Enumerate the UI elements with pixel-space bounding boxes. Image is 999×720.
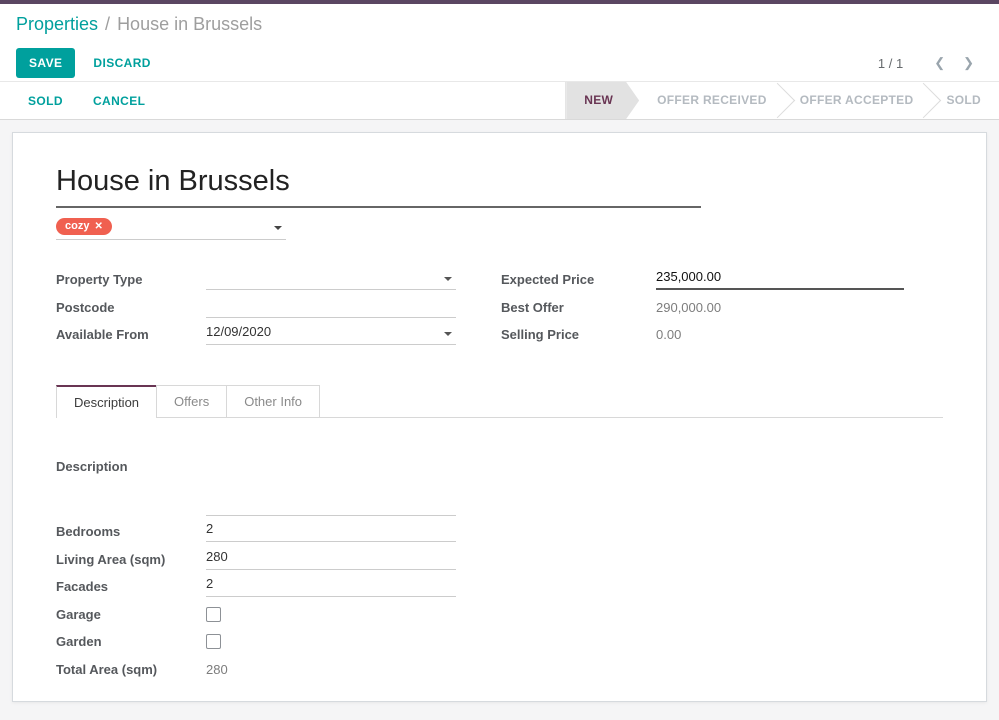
fields-left-column: Property Type Postcode Available From 12… — [56, 266, 501, 349]
tag-label: cozy — [65, 220, 89, 232]
expected-price-input[interactable]: 235,000.00 — [656, 269, 904, 290]
available-from-input[interactable]: 12/09/2020 — [206, 324, 456, 345]
field-label: Total Area (sqm) — [56, 662, 206, 677]
sold-button[interactable]: SOLD — [28, 94, 63, 108]
garden-checkbox[interactable] — [206, 634, 221, 649]
form-sheet: House in Brussels cozy ✕ Property Type P… — [12, 132, 987, 702]
field-row-garage: Garage — [56, 601, 943, 629]
control-bar: SAVE DISCARD 1 / 1 ❮ ❯ — [0, 45, 999, 82]
field-row-bedrooms: Bedrooms 2 — [56, 518, 943, 546]
field-row-property-type: Property Type — [56, 266, 501, 293]
field-label: Garage — [56, 607, 206, 622]
field-row-facades: Facades 2 — [56, 573, 943, 601]
tag-pill: cozy ✕ — [56, 218, 112, 235]
tag-remove-icon[interactable]: ✕ — [94, 221, 102, 232]
status-actions: SOLD CANCEL — [28, 82, 175, 119]
field-label: Garden — [56, 634, 206, 649]
status-bar: SOLD CANCEL NEW OFFER RECEIVED OFFER ACC… — [0, 82, 999, 120]
best-offer-value: 290,000.00 — [656, 300, 721, 315]
breadcrumb-parent-link[interactable]: Properties — [16, 14, 98, 35]
description-input[interactable] — [206, 495, 456, 516]
form-background: House in Brussels cozy ✕ Property Type P… — [0, 120, 999, 720]
property-type-input[interactable] — [206, 269, 456, 290]
tab-offers[interactable]: Offers — [156, 385, 227, 417]
dropdown-caret-icon[interactable] — [444, 277, 452, 281]
living-area-input[interactable]: 280 — [206, 549, 456, 570]
discard-button[interactable]: DISCARD — [93, 56, 150, 70]
description-tab-pane: Description Bedrooms 2 Living Area (sqm)… — [56, 418, 943, 684]
cancel-button[interactable]: CANCEL — [93, 94, 145, 108]
property-title-input[interactable]: House in Brussels — [56, 163, 701, 208]
facades-input[interactable]: 2 — [206, 576, 456, 597]
tab-description[interactable]: Description — [56, 385, 157, 418]
field-label: Facades — [56, 579, 206, 594]
date-dropdown-caret-icon[interactable] — [444, 332, 452, 336]
field-label: Best Offer — [501, 300, 656, 315]
bedrooms-input[interactable]: 2 — [206, 521, 456, 542]
total-area-value: 280 — [206, 662, 228, 677]
field-label: Expected Price — [501, 272, 656, 287]
tags-dropdown-caret-icon[interactable] — [274, 226, 282, 230]
postcode-input[interactable] — [206, 297, 456, 318]
statusbar-step-new[interactable]: NEW — [566, 82, 639, 119]
field-row-living-area: Living Area (sqm) 280 — [56, 546, 943, 574]
field-row-description-label: Description — [56, 453, 943, 481]
field-row-expected-price: Expected Price 235,000.00 — [501, 266, 943, 293]
fields-right-column: Expected Price 235,000.00 Best Offer 290… — [501, 266, 943, 349]
pager-count: 1 / 1 — [878, 56, 903, 71]
field-row-best-offer: Best Offer 290,000.00 — [501, 294, 943, 321]
field-row-selling-price: Selling Price 0.00 — [501, 321, 943, 348]
breadcrumb-separator: / — [105, 14, 110, 35]
field-row-garden: Garden — [56, 628, 943, 656]
pager: 1 / 1 ❮ ❯ — [878, 55, 983, 71]
field-label: Available From — [56, 327, 206, 342]
field-row-total-area: Total Area (sqm) 280 — [56, 656, 943, 684]
field-label: Selling Price — [501, 327, 656, 342]
field-row-postcode: Postcode — [56, 294, 501, 321]
notebook-tabs: Description Offers Other Info — [56, 385, 943, 418]
pager-prev-icon[interactable]: ❮ — [925, 55, 954, 71]
garage-checkbox[interactable] — [206, 607, 221, 622]
breadcrumb: Properties / House in Brussels — [0, 4, 999, 45]
breadcrumb-current: House in Brussels — [117, 14, 262, 35]
field-label: Property Type — [56, 272, 206, 287]
save-button[interactable]: SAVE — [16, 48, 75, 78]
field-row-available-from: Available From 12/09/2020 — [56, 321, 501, 348]
fields-grid: Property Type Postcode Available From 12… — [56, 266, 943, 349]
field-label: Living Area (sqm) — [56, 552, 206, 567]
field-label: Description — [56, 459, 206, 474]
field-row-description-input — [56, 480, 943, 518]
selling-price-value: 0.00 — [656, 327, 681, 342]
tags-input[interactable]: cozy ✕ — [56, 218, 286, 240]
field-label: Postcode — [56, 300, 206, 315]
pager-next-icon[interactable]: ❯ — [954, 55, 983, 71]
field-label: Bedrooms — [56, 524, 206, 539]
tab-other-info[interactable]: Other Info — [226, 385, 320, 417]
statusbar-steps: NEW OFFER RECEIVED OFFER ACCEPTED SOLD — [565, 82, 999, 119]
